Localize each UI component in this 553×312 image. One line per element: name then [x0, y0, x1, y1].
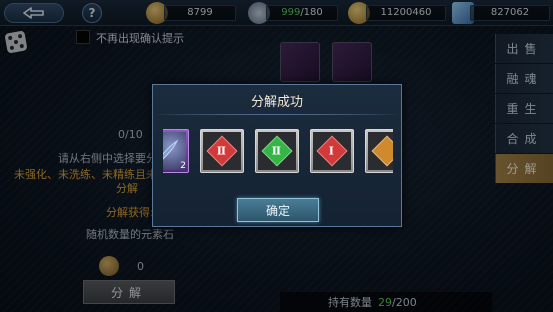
red-element-stone-icon: Ⅰ — [316, 135, 348, 167]
orange-element-stone-icon — [371, 135, 393, 167]
reward-item[interactable]: Ⅱ — [255, 129, 299, 173]
blade-icon — [163, 139, 179, 160]
red-element-stone-icon: Ⅱ — [206, 135, 238, 167]
item-count-badge: 2 — [180, 161, 186, 171]
reward-item[interactable]: Ⅰ — [310, 129, 354, 173]
reward-item[interactable]: 2 — [163, 129, 189, 173]
reward-item[interactable]: Ⅱ — [200, 129, 244, 173]
decompose-success-dialog: 分解成功 2 Ⅱ Ⅱ Ⅰ 确定 — [152, 84, 402, 227]
dialog-title: 分解成功 — [153, 85, 401, 115]
confirm-button[interactable]: 确定 — [237, 198, 319, 222]
reward-item[interactable] — [365, 129, 393, 173]
green-element-stone-icon: Ⅱ — [261, 135, 293, 167]
reward-items-strip[interactable]: 2 Ⅱ Ⅱ Ⅰ — [163, 129, 393, 175]
